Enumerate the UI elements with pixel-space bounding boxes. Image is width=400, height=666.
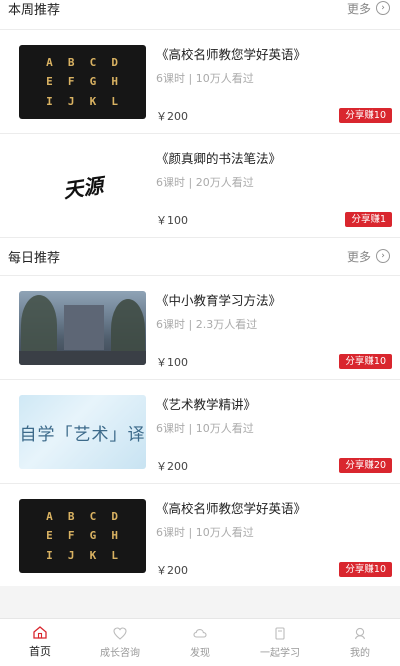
content-end-spacer	[0, 586, 400, 618]
course-meta: 6课时 | 10万人看过	[156, 422, 254, 435]
user-icon	[354, 627, 366, 639]
photo-building	[64, 305, 104, 350]
course-price: ￥200	[156, 110, 188, 123]
course-item[interactable]: A B C D E F G H I J K L 《高校名师教您学好英语》 6课时…	[0, 30, 400, 133]
course-price: ￥100	[156, 214, 188, 227]
course-title: 《高校名师教您学好英语》	[156, 47, 307, 62]
daily-more-label: 更多	[346, 249, 371, 264]
share-earn-button[interactable]: 分享赚10	[339, 354, 392, 369]
thumb-letter: C	[89, 510, 98, 524]
weekly-section-title: 本周推荐	[8, 2, 61, 18]
nav-label: 成长咨询	[100, 647, 140, 659]
thumb-letter: D	[111, 56, 119, 70]
chevron-right-icon: ›	[376, 1, 390, 15]
thumb-letter: J	[67, 548, 76, 562]
share-earn-button[interactable]: 分享赚10	[339, 108, 392, 123]
thumb-letter: H	[111, 529, 119, 543]
thumb-letter: F	[67, 529, 76, 543]
heart-icon	[113, 626, 127, 640]
course-item[interactable]: A B C D E F G H I J K L 《高校名师教您学好英语》 6课时…	[0, 484, 400, 587]
thumb-letter: G	[89, 75, 98, 89]
thumb-letter: A	[46, 56, 54, 70]
thumb-letter: A	[46, 510, 54, 524]
thumb-letter: L	[111, 548, 119, 562]
daily-more-link[interactable]: 更多 ›	[347, 248, 390, 265]
share-earn-button[interactable]: 分享赚10	[339, 562, 392, 577]
art-thumb-text: 自学「艺术」译	[19, 424, 146, 445]
thumb-letter: K	[89, 94, 98, 108]
thumb-letter: K	[89, 548, 98, 562]
nav-item-growth-consult[interactable]: 成长咨询	[80, 619, 160, 666]
nav-label: 一起学习	[260, 647, 300, 659]
course-meta: 6课时 | 10万人看过	[156, 72, 254, 85]
course-thumbnail-letters: A B C D E F G H I J K L	[19, 499, 146, 573]
course-title: 《颜真卿的书法笔法》	[156, 151, 282, 166]
nav-label: 首页	[29, 645, 51, 658]
chevron-right-icon: ›	[376, 249, 390, 263]
thumb-letter: B	[67, 56, 76, 70]
daily-section-title: 每日推荐	[8, 250, 61, 266]
course-thumbnail-letters: A B C D E F G H I J K L	[19, 45, 146, 119]
thumb-letter: E	[46, 75, 54, 89]
home-icon	[33, 626, 47, 639]
course-title: 《艺术教学精讲》	[156, 397, 257, 412]
thumb-letter: F	[67, 75, 76, 89]
nav-item-mine[interactable]: 我的	[320, 619, 400, 666]
thumb-letter: D	[111, 510, 119, 524]
nav-label: 我的	[350, 647, 370, 659]
course-meta: 6课时 | 20万人看过	[156, 176, 254, 189]
course-title: 《中小教育学习方法》	[156, 293, 282, 308]
course-thumbnail-calligraphy: 天源	[19, 149, 146, 223]
thumb-letter: E	[46, 529, 54, 543]
nav-item-study-together[interactable]: 一起学习	[240, 619, 320, 666]
cloud-icon	[193, 628, 207, 638]
weekly-more-link[interactable]: 更多 ›	[347, 0, 390, 17]
course-price: ￥200	[156, 564, 188, 577]
thumb-letter: B	[67, 510, 76, 524]
nav-item-home[interactable]: 首页	[0, 619, 80, 666]
thumb-letter: J	[67, 94, 76, 108]
thumb-letter: L	[111, 94, 119, 108]
weekly-more-label: 更多	[346, 1, 371, 16]
nav-label: 发现	[190, 647, 210, 659]
course-item[interactable]: 自学「艺术」译 《艺术教学精讲》 6课时 | 10万人看过 ￥200 分享赚20	[0, 380, 400, 483]
bottom-nav: 首页 成长咨询 发现 一起学习 我的	[0, 618, 400, 666]
course-item[interactable]: 天源 《颜真卿的书法笔法》 6课时 | 20万人看过 ￥100 分享赚1	[0, 134, 400, 237]
course-thumbnail-photo	[19, 291, 146, 365]
course-price: ￥100	[156, 356, 188, 369]
course-title: 《高校名师教您学好英语》	[156, 501, 307, 516]
book-icon	[275, 626, 285, 640]
share-earn-button[interactable]: 分享赚1	[345, 212, 392, 227]
thumb-letter: C	[89, 56, 98, 70]
course-meta: 6课时 | 2.3万人看过	[156, 318, 258, 331]
course-meta: 6课时 | 10万人看过	[156, 526, 254, 539]
weekly-section-header: 本周推荐 更多 ›	[0, 0, 400, 26]
photo-tree	[21, 295, 57, 355]
calligraphy-text: 天源	[61, 172, 105, 203]
photo-tree	[111, 299, 145, 359]
nav-item-discover[interactable]: 发现	[160, 619, 240, 666]
course-thumbnail-art: 自学「艺术」译	[19, 395, 146, 469]
thumb-letter: I	[46, 94, 54, 108]
thumb-letter: G	[89, 529, 98, 543]
thumb-letter: H	[111, 75, 119, 89]
thumb-letter: I	[46, 548, 54, 562]
photo-ground	[19, 351, 146, 365]
share-earn-button[interactable]: 分享赚20	[339, 458, 392, 473]
daily-section-header: 每日推荐 更多 ›	[0, 238, 400, 274]
course-item[interactable]: 《中小教育学习方法》 6课时 | 2.3万人看过 ￥100 分享赚10	[0, 276, 400, 379]
course-price: ￥200	[156, 460, 188, 473]
